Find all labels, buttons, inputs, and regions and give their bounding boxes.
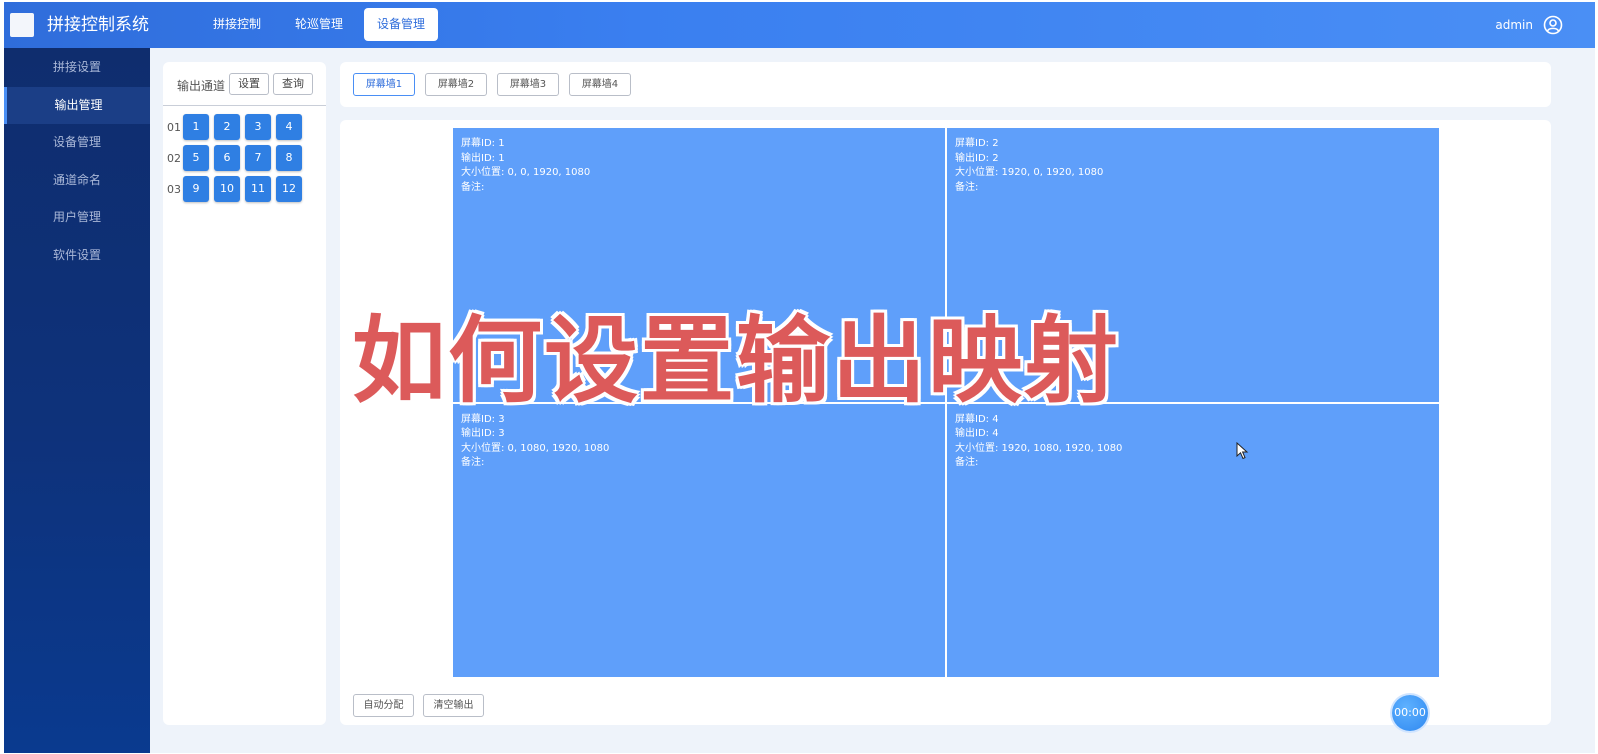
channel-row-label: 01 bbox=[167, 120, 181, 134]
app-title: 拼接控制系统 bbox=[47, 15, 149, 35]
output-id: 输出ID: 4 bbox=[955, 428, 999, 439]
overlay-caption: 如何设置输出映射 bbox=[352, 307, 1121, 416]
top-header: 拼接控制系统 拼接控制 轮巡管理 设备管理 admin bbox=[4, 2, 1595, 48]
channel-row-label: 03 bbox=[167, 182, 181, 196]
screen-tile[interactable]: 屏幕ID: 4 输出ID: 4 大小位置: 1920, 1080, 1920, … bbox=[947, 403, 1439, 677]
tab-screen-wall-4[interactable]: 屏幕墙4 bbox=[569, 73, 631, 96]
username: admin bbox=[1495, 18, 1533, 32]
auto-assign-button[interactable]: 自动分配 bbox=[353, 694, 414, 717]
channel-button[interactable]: 2 bbox=[214, 114, 240, 140]
screen-wall-tabs: 屏幕墙1 屏幕墙2 屏幕墙3 屏幕墙4 bbox=[340, 62, 1551, 107]
screen-note: 备注: bbox=[461, 181, 485, 193]
channel-panel-header: 输出通道 设置 查询 bbox=[163, 62, 326, 106]
tab-screen-wall-3[interactable]: 屏幕墙3 bbox=[497, 73, 559, 96]
channel-button[interactable]: 11 bbox=[245, 176, 271, 202]
channel-button[interactable]: 3 bbox=[245, 114, 271, 140]
size-position: 大小位置: 1920, 0, 1920, 1080 bbox=[955, 167, 1104, 178]
user-circle-icon bbox=[1543, 15, 1563, 35]
sidebar: 拼接设置 输出管理 设备管理 通道命名 用户管理 软件设置 bbox=[4, 48, 150, 753]
channel-button[interactable]: 10 bbox=[214, 176, 240, 202]
channel-button[interactable]: 7 bbox=[245, 145, 271, 171]
sidebar-item-user-management[interactable]: 用户管理 bbox=[4, 199, 150, 237]
size-position: 大小位置: 1920, 1080, 1920, 1080 bbox=[955, 442, 1123, 454]
size-position: 大小位置: 0, 0, 1920, 1080 bbox=[461, 167, 591, 178]
channel-panel-title: 输出通道 bbox=[177, 79, 226, 93]
nav-device-management[interactable]: 设备管理 bbox=[364, 8, 439, 41]
sidebar-item-device-management[interactable]: 设备管理 bbox=[4, 124, 150, 162]
output-id: 输出ID: 3 bbox=[461, 428, 505, 439]
channel-row: 03 9 10 11 12 bbox=[167, 176, 307, 202]
output-channel-panel: 输出通道 设置 查询 01 1 2 3 4 02 5 6 7 8 03 9 10… bbox=[163, 62, 326, 725]
channel-set-button[interactable]: 设置 bbox=[229, 73, 269, 95]
channel-row: 02 5 6 7 8 bbox=[167, 145, 307, 171]
screen-tile[interactable]: 屏幕ID: 3 输出ID: 3 大小位置: 0, 1080, 1920, 108… bbox=[453, 403, 945, 677]
top-nav: 拼接控制 轮巡管理 设备管理 bbox=[200, 8, 439, 44]
sidebar-item-software-settings[interactable]: 软件设置 bbox=[4, 237, 150, 275]
tab-screen-wall-1[interactable]: 屏幕墙1 bbox=[353, 73, 415, 96]
sidebar-item-splice-settings[interactable]: 拼接设置 bbox=[4, 49, 150, 87]
app-window: 拼接控制系统 拼接控制 轮巡管理 设备管理 admin 拼接设置 输出管理 设备… bbox=[4, 2, 1595, 753]
screen-id: 屏幕ID: 1 bbox=[461, 138, 505, 149]
logo-icon bbox=[10, 13, 34, 37]
mouse-cursor-icon bbox=[1236, 442, 1249, 460]
screen-note: 备注: bbox=[461, 457, 485, 468]
screen-id: 屏幕ID: 2 bbox=[955, 138, 999, 149]
channel-button[interactable]: 9 bbox=[183, 176, 209, 202]
recording-timer[interactable]: 00:00 bbox=[1392, 695, 1428, 731]
channel-query-button[interactable]: 查询 bbox=[273, 73, 313, 95]
channel-row-label: 02 bbox=[167, 151, 181, 165]
output-id: 输出ID: 2 bbox=[955, 152, 999, 164]
nav-patrol-management[interactable]: 轮巡管理 bbox=[282, 8, 356, 41]
channel-button[interactable]: 5 bbox=[183, 145, 209, 171]
channel-button[interactable]: 1 bbox=[183, 114, 209, 140]
size-position: 大小位置: 0, 1080, 1920, 1080 bbox=[461, 442, 610, 454]
screen-note: 备注: bbox=[955, 181, 979, 193]
sidebar-item-channel-naming[interactable]: 通道命名 bbox=[4, 162, 150, 200]
channel-row: 01 1 2 3 4 bbox=[167, 114, 307, 140]
user-menu[interactable]: admin bbox=[1495, 15, 1563, 35]
tab-screen-wall-2[interactable]: 屏幕墙2 bbox=[425, 73, 487, 96]
channel-button[interactable]: 6 bbox=[214, 145, 240, 171]
screen-wall-panel: 屏幕ID: 1 输出ID: 1 大小位置: 0, 0, 1920, 1080 备… bbox=[340, 120, 1551, 725]
output-id: 输出ID: 1 bbox=[461, 152, 505, 164]
screen-note: 备注: bbox=[955, 457, 979, 468]
clear-output-button[interactable]: 清空输出 bbox=[423, 694, 484, 717]
channel-button[interactable]: 12 bbox=[276, 176, 302, 202]
channel-button[interactable]: 8 bbox=[276, 145, 302, 171]
nav-splice-control[interactable]: 拼接控制 bbox=[200, 8, 274, 41]
sidebar-item-output-management[interactable]: 输出管理 bbox=[4, 86, 150, 124]
channel-button[interactable]: 4 bbox=[276, 114, 302, 140]
